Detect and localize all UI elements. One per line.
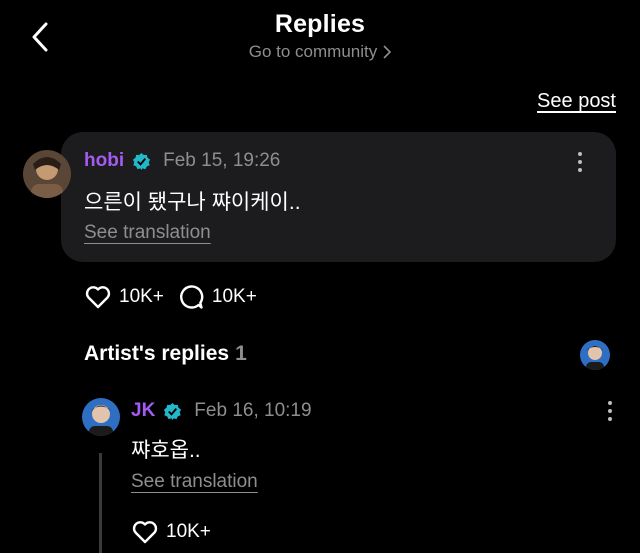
reply-more-button[interactable] bbox=[601, 400, 619, 422]
verified-icon bbox=[164, 402, 182, 420]
heart-icon bbox=[132, 521, 158, 544]
avatar-image bbox=[23, 150, 71, 198]
artist-replies-heading: Artist's replies 1 bbox=[84, 342, 247, 366]
chevron-right-icon bbox=[383, 45, 392, 59]
reply-header: JK Feb 16, 10:19 bbox=[131, 400, 312, 422]
artist-replies-count: 1 bbox=[235, 342, 247, 365]
like-button[interactable]: 10K+ bbox=[132, 520, 211, 544]
see-post-link[interactable]: See post bbox=[537, 90, 616, 113]
comment-text: 으른이 됐구나 쨔이케이.. bbox=[84, 191, 301, 214]
see-translation-link[interactable]: See translation bbox=[84, 222, 211, 244]
like-count: 10K+ bbox=[119, 286, 164, 307]
verified-icon bbox=[133, 152, 151, 170]
thread-line bbox=[99, 453, 102, 553]
reply-date: Feb 16, 10:19 bbox=[194, 400, 312, 421]
comment-author[interactable]: hobi bbox=[84, 150, 124, 172]
comment-actions: 10K+ 10K+ bbox=[85, 284, 257, 310]
more-vertical-icon bbox=[578, 152, 582, 172]
reply-author[interactable]: JK bbox=[131, 400, 155, 422]
artist-avatar[interactable] bbox=[580, 340, 610, 370]
go-to-community-link[interactable]: Go to community bbox=[0, 42, 640, 62]
see-translation-link[interactable]: See translation bbox=[131, 471, 258, 493]
comment-bubble-icon bbox=[179, 285, 204, 309]
reply-text: 쨔호옵.. bbox=[131, 439, 201, 462]
go-to-community-label: Go to community bbox=[248, 42, 378, 61]
artist-replies-title: Artist's replies bbox=[84, 342, 230, 365]
avatar-image bbox=[580, 340, 610, 370]
more-vertical-icon bbox=[608, 401, 612, 421]
page-title: Replies bbox=[274, 10, 366, 38]
comment-header: hobi Feb 15, 19:26 bbox=[84, 150, 280, 172]
avatar[interactable] bbox=[23, 150, 71, 198]
like-button[interactable]: 10K+ bbox=[85, 285, 164, 309]
like-count: 10K+ bbox=[166, 521, 211, 542]
reply-button[interactable]: 10K+ bbox=[178, 284, 257, 310]
avatar-image bbox=[82, 398, 120, 436]
reply-actions: 10K+ bbox=[132, 520, 211, 544]
comment-more-button[interactable] bbox=[571, 151, 589, 173]
comment-date: Feb 15, 19:26 bbox=[163, 150, 281, 171]
reply-count: 10K+ bbox=[211, 286, 257, 307]
heart-icon bbox=[85, 286, 111, 309]
avatar[interactable] bbox=[82, 398, 120, 436]
